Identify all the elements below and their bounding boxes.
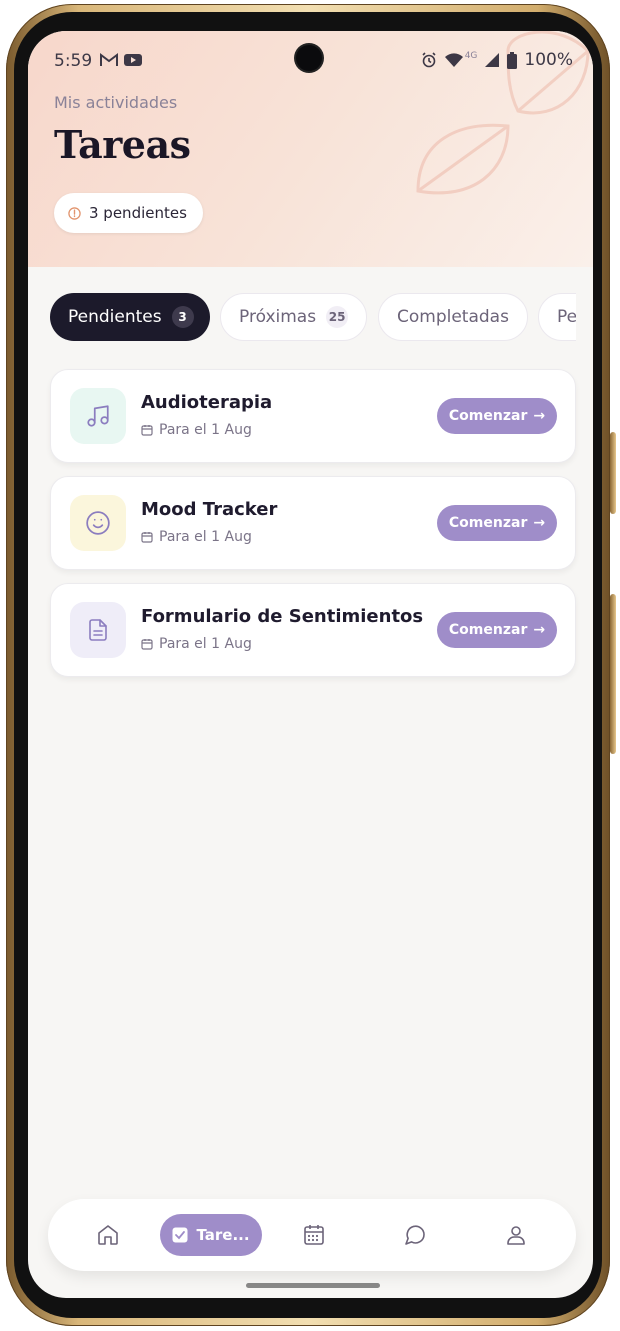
task-due-label: Para el 1 Aug [159,529,252,545]
task-card[interactable]: Mood Tracker Para el 1 Aug Comenzar → [50,476,576,570]
calendar-icon [304,1225,324,1245]
signal-icon [485,53,500,67]
wifi-icon [444,53,463,67]
power-button [610,594,616,754]
home-icon [98,1225,118,1245]
task-due: Para el 1 Aug [141,422,252,438]
start-label: Comenzar [448,515,528,531]
alarm-icon [422,52,436,68]
battery-level: 100% [524,50,573,70]
task-icon-tile [70,602,126,658]
calendar-small-icon [141,425,153,436]
tab-label: Próximas [239,307,317,327]
start-label: Comenzar [448,622,528,638]
task-icon-tile [70,495,126,551]
task-card[interactable]: Audioterapia Para el 1 Aug Comenzar → [50,369,576,463]
network-type: 4G [464,51,478,61]
arrow-right-icon: → [533,408,546,424]
task-due-label: Para el 1 Aug [159,422,252,438]
start-task-button[interactable]: Comenzar → [437,612,557,648]
start-task-button[interactable]: Comenzar → [437,505,557,541]
document-icon [89,619,107,641]
nav-profile[interactable] [496,1215,536,1255]
smiley-icon [86,511,110,535]
header: 5:59 4G 100% Mis actividades Tareas 3 pe… [28,31,593,267]
nav-chat[interactable] [395,1215,435,1255]
tab-label: Completadas [397,307,509,327]
task-due-label: Para el 1 Aug [159,636,252,652]
task-icon-tile [70,388,126,444]
profile-icon [507,1226,525,1245]
pending-count-chip: 3 pendientes [54,193,203,233]
nav-tasks-label: Tare... [196,1226,250,1244]
task-title: Formulario de Sentimientos [141,606,424,627]
nav-tasks[interactable]: Tare... [160,1214,262,1256]
nav-home[interactable] [88,1215,128,1255]
tab-count-badge: 25 [326,306,349,328]
tab-label: Pe [557,307,576,327]
alert-circle-icon [68,206,81,220]
gesture-bar[interactable] [246,1283,380,1288]
status-right: 4G 100% [421,50,573,70]
youtube-icon [124,54,142,66]
task-due: Para el 1 Aug [141,636,252,652]
battery-icon [507,51,518,69]
front-camera [296,45,322,71]
page-eyebrow: Mis actividades [54,93,178,112]
filter-tabs: Pendientes 3 Próximas 25 Completadas Pe [50,293,576,343]
start-task-button[interactable]: Comenzar → [437,398,557,434]
app-screen: 5:59 4G 100% Mis actividades Tareas 3 pe… [28,31,593,1298]
chat-icon [405,1225,425,1245]
tab-completadas[interactable]: Completadas [378,293,528,341]
notification-icons [100,53,142,67]
task-title: Audioterapia [141,392,273,413]
tab-label: Pendientes [68,307,162,327]
tab-pendientes[interactable]: Pendientes 3 [50,293,210,341]
volume-button [610,432,616,514]
pending-count-label: 3 pendientes [89,204,187,222]
gmail-icon [100,53,118,66]
start-label: Comenzar [448,408,528,424]
nav-calendar[interactable] [294,1215,334,1255]
task-card[interactable]: Formulario de Sentimientos Para el 1 Aug… [50,583,576,677]
arrow-right-icon: → [533,515,546,531]
arrow-right-icon: → [533,622,546,638]
task-title: Mood Tracker [141,499,278,520]
music-note-icon [87,405,109,427]
status-time: 5:59 [54,51,93,71]
bottom-nav: Tare... [48,1199,576,1271]
tab-overflow[interactable]: Pe [538,293,576,341]
tab-count-badge: 3 [171,306,194,328]
tab-proximas[interactable]: Próximas 25 [220,293,367,341]
calendar-small-icon [141,532,153,543]
calendar-small-icon [141,639,153,650]
task-due: Para el 1 Aug [141,529,252,545]
page-title: Tareas [54,122,191,167]
tasks-icon [172,1227,188,1243]
